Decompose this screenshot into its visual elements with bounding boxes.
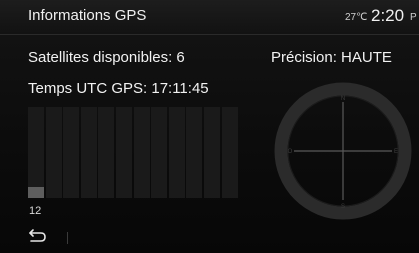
compass-west-label: O — [288, 149, 293, 155]
signal-bar — [98, 107, 115, 198]
satellites-available-label: Satellites disponibles: 6 — [28, 49, 185, 66]
temperature-readout: 27℃ — [345, 12, 368, 23]
satellite-id-label: 12 — [29, 205, 42, 217]
signal-bar — [80, 107, 97, 198]
gps-info-screen: Informations GPS 27℃ 2:20 P Satellites d… — [0, 0, 419, 253]
compass-south-label: S — [341, 204, 345, 210]
clock: 2:20 — [371, 6, 405, 25]
page-title: Informations GPS — [28, 7, 147, 24]
signal-bar — [204, 107, 220, 198]
signal-bar — [133, 107, 150, 198]
precision-label: Précision: HAUTE — [271, 49, 392, 66]
signal-bar — [151, 107, 168, 198]
clock-suffix: P — [410, 12, 417, 23]
return-arrow-icon[interactable] — [26, 228, 48, 246]
compass-dial: N E S O — [274, 82, 412, 220]
signal-bar-fill — [28, 187, 44, 198]
signal-bar — [45, 107, 62, 198]
compass-east-label: E — [394, 149, 398, 155]
signal-bar — [63, 107, 80, 198]
utc-time-label: Temps UTC GPS: 17:11:45 — [28, 80, 209, 97]
signal-bar — [28, 107, 44, 198]
signal-strength-bars — [28, 107, 252, 198]
signal-bar — [116, 107, 132, 198]
footer-divider — [67, 232, 68, 244]
compass-north-label: N — [341, 96, 345, 102]
signal-bar — [221, 107, 238, 198]
signal-bar — [186, 107, 203, 198]
header-bar: Informations GPS 27℃ 2:20 P — [0, 0, 419, 35]
signal-bar — [168, 107, 185, 198]
